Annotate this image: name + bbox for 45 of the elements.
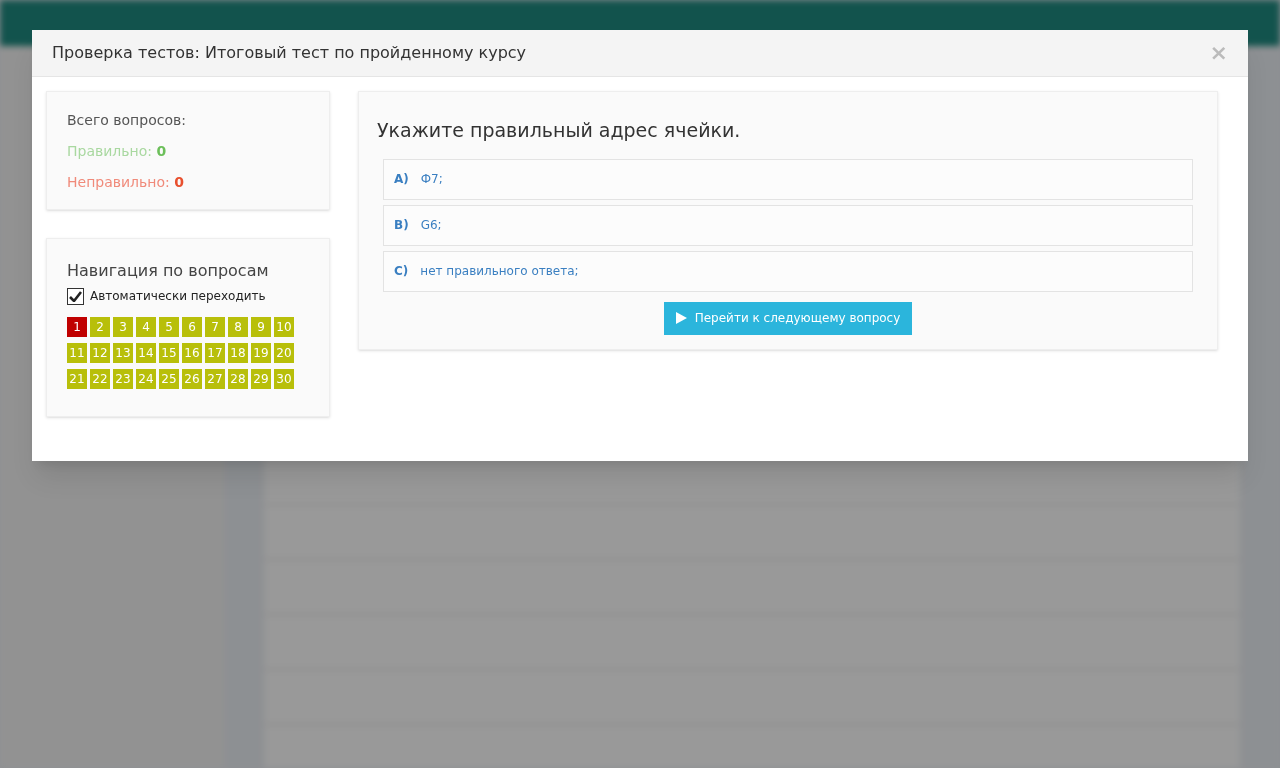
question-number-button[interactable]: 24 xyxy=(136,369,156,389)
question-number-button[interactable]: 2 xyxy=(90,317,110,337)
question-number-button[interactable]: 1 xyxy=(67,317,87,337)
question-number-button[interactable]: 22 xyxy=(90,369,110,389)
question-number-button[interactable]: 6 xyxy=(182,317,202,337)
answer-option[interactable]: C) нет правильного ответа; xyxy=(383,250,1193,292)
close-button[interactable]: × xyxy=(1209,42,1228,64)
question-number-button[interactable]: 23 xyxy=(113,369,133,389)
answer-option[interactable]: B) G6; xyxy=(383,204,1193,246)
question-number-button[interactable]: 10 xyxy=(274,317,294,337)
question-number-button[interactable]: 26 xyxy=(182,369,202,389)
wrong-count: Неправильно: 0 xyxy=(67,173,185,192)
navigation-title: Навигация по вопросам xyxy=(67,260,270,282)
question-number-button[interactable]: 12 xyxy=(90,343,110,363)
question-number-button[interactable]: 30 xyxy=(274,369,294,389)
question-number-button[interactable]: 25 xyxy=(159,369,179,389)
question-number-button[interactable]: 14 xyxy=(136,343,156,363)
question-number-button[interactable]: 3 xyxy=(113,317,133,337)
question-number-button[interactable]: 16 xyxy=(182,343,202,363)
question-number-button[interactable]: 11 xyxy=(67,343,87,363)
answer-option[interactable]: A) Ф7; xyxy=(383,158,1193,200)
correct-count: Правильно: 0 xyxy=(67,142,168,161)
question-number-button[interactable]: 5 xyxy=(159,317,179,337)
question-number-button[interactable]: 19 xyxy=(251,343,271,363)
question-number-button[interactable]: 13 xyxy=(113,343,133,363)
question-number-button[interactable]: 27 xyxy=(205,369,225,389)
question-number-button[interactable]: 17 xyxy=(205,343,225,363)
question-number-button[interactable]: 9 xyxy=(251,317,271,337)
question-number-button[interactable]: 15 xyxy=(159,343,179,363)
question-text: Укажите правильный адрес ячейки. xyxy=(377,118,742,143)
dialog-title: Проверка тестов: Итоговый тест по пройденному курсу xyxy=(52,42,527,64)
question-number-button[interactable]: 29 xyxy=(251,369,271,389)
question-number-button[interactable]: 8 xyxy=(228,317,248,337)
question-number-button[interactable]: 21 xyxy=(67,369,87,389)
next-question-button[interactable]: Перейти к следующему вопросу xyxy=(663,301,913,335)
question-number-button[interactable]: 18 xyxy=(228,343,248,363)
check-icon xyxy=(69,290,82,302)
play-icon xyxy=(675,312,687,324)
total-questions-label: Всего вопросов: xyxy=(67,111,187,130)
question-number-button[interactable]: 7 xyxy=(205,317,225,337)
question-number-button[interactable]: 28 xyxy=(228,369,248,389)
question-number-button[interactable]: 4 xyxy=(136,317,156,337)
question-number-button[interactable]: 20 xyxy=(274,343,294,363)
checkbox-label: Автоматически переходить xyxy=(90,288,266,305)
checkbox[interactable] xyxy=(67,287,84,305)
